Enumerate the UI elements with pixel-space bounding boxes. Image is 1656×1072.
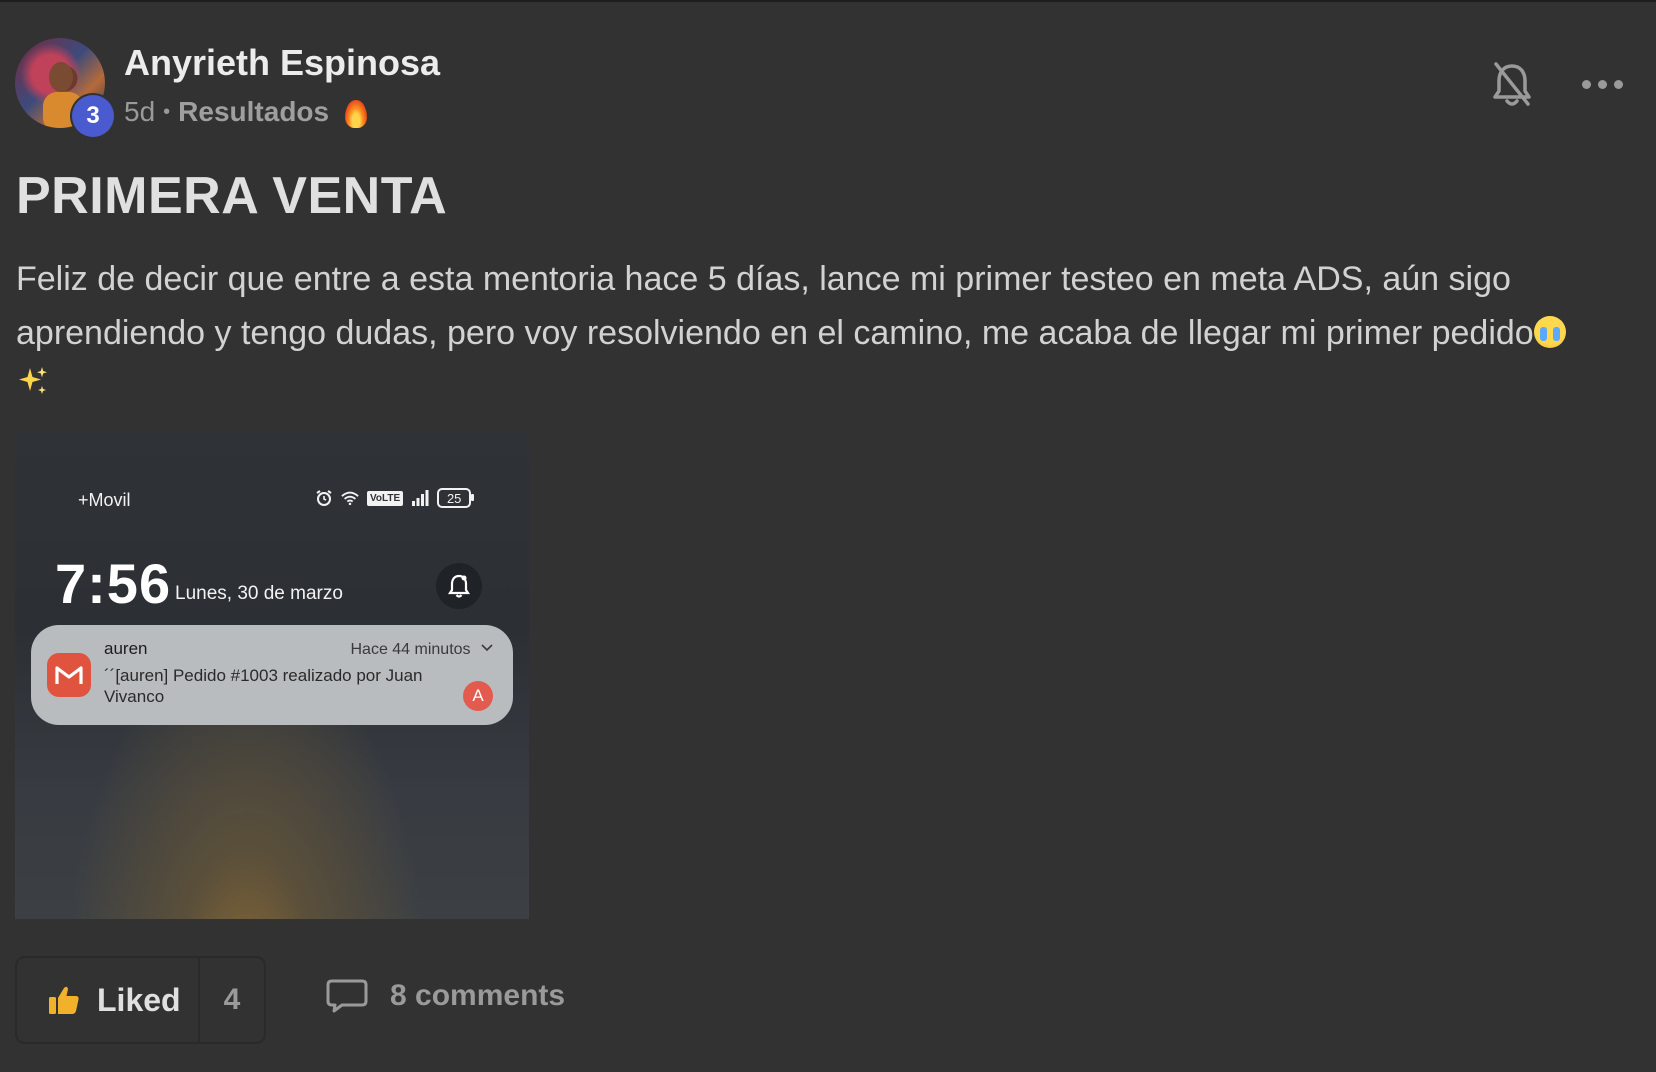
notification-message: ´´[auren] Pedido #1003 realizado por Jua… bbox=[104, 666, 423, 706]
comments-button[interactable]: 8 comments bbox=[326, 978, 565, 1014]
post-meta: 5d • Resultados bbox=[124, 96, 368, 128]
wifi-icon bbox=[341, 491, 359, 506]
post-image[interactable]: +Movil VoLTE 25 7:56 Lunes, 30 de marzo bbox=[15, 433, 529, 919]
like-label: Liked bbox=[97, 981, 181, 1018]
author-name[interactable]: Anyrieth Espinosa bbox=[124, 42, 440, 84]
fire-icon bbox=[343, 96, 368, 128]
like-button[interactable]: Liked bbox=[17, 958, 200, 1042]
like-control: Liked 4 bbox=[15, 956, 266, 1044]
signal-icon bbox=[412, 490, 429, 506]
carrier-label: +Movil bbox=[78, 490, 131, 510]
gmail-icon bbox=[47, 653, 91, 697]
bell-off-icon[interactable] bbox=[1490, 60, 1534, 110]
post-age: 5d bbox=[124, 96, 156, 127]
status-bar: VoLTE 25 bbox=[315, 488, 475, 508]
level-badge: 3 bbox=[72, 95, 114, 137]
volte-indicator: VoLTE bbox=[367, 490, 404, 506]
sparkles-icon bbox=[19, 367, 47, 394]
notification-avatar: A bbox=[463, 681, 493, 711]
comment-icon bbox=[326, 979, 368, 1013]
thumbs-up-icon bbox=[49, 986, 79, 1014]
more-dot bbox=[1581, 79, 1591, 89]
battery-icon: 25 bbox=[437, 488, 475, 508]
crying-face-icon bbox=[1533, 316, 1566, 348]
comments-label: 8 comments bbox=[390, 979, 566, 1012]
notification-time: Hace 44 minutos bbox=[350, 641, 493, 659]
post-category[interactable]: Resultados bbox=[178, 96, 329, 128]
more-options-button[interactable] bbox=[1580, 72, 1624, 96]
like-count[interactable]: 4 bbox=[200, 958, 264, 1042]
more-dot bbox=[1613, 79, 1623, 89]
lock-bell-icon bbox=[436, 563, 482, 609]
post-title: PRIMERA VENTA bbox=[16, 167, 448, 225]
post-body: Feliz de decir que entre a esta mentoria… bbox=[16, 252, 1646, 398]
meta-separator: • bbox=[163, 100, 171, 123]
avatar-face bbox=[49, 62, 73, 92]
gmail-notification: auren Hace 44 minutos ´´[auren] Pedido #… bbox=[31, 625, 513, 725]
top-divider bbox=[0, 0, 1656, 2]
notification-time-text: Hace 44 minutos bbox=[350, 641, 471, 658]
lock-clock: 7:56 bbox=[55, 552, 172, 615]
alarm-icon bbox=[316, 490, 332, 506]
chevron-down-icon bbox=[481, 644, 493, 652]
notification-app: auren bbox=[104, 639, 148, 658]
more-dot bbox=[1597, 79, 1607, 89]
lock-date: Lunes, 30 de marzo bbox=[175, 583, 343, 604]
post-body-text: Feliz de decir que entre a esta mentoria… bbox=[16, 260, 1534, 352]
